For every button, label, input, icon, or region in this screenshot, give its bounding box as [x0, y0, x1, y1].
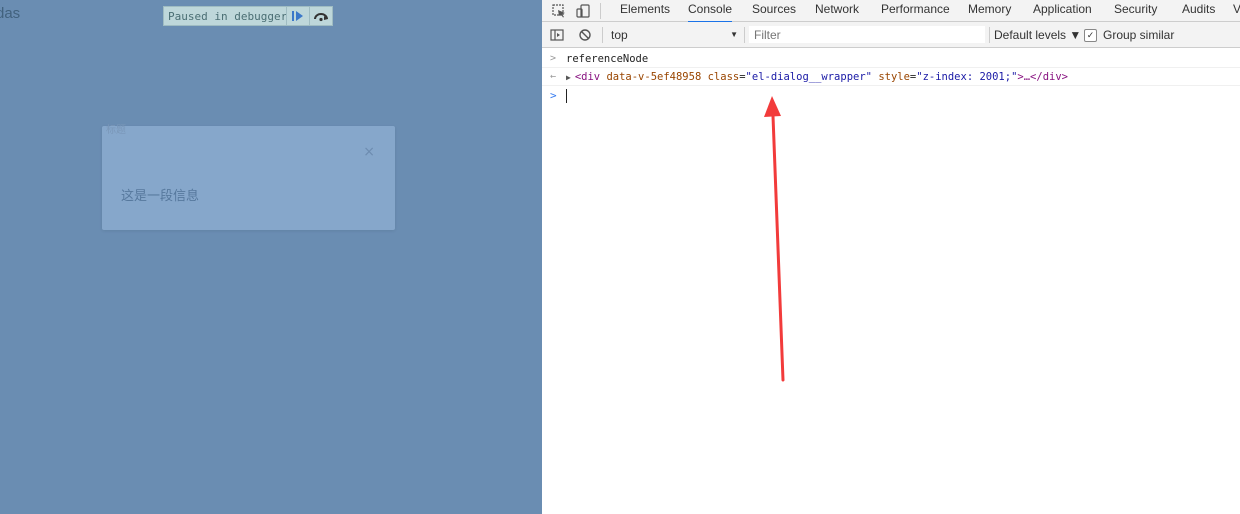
step-over-icon — [314, 13, 328, 22]
paused-in-debugger-bar: Paused in debugger — [163, 6, 333, 26]
annotation-arrow — [764, 96, 785, 382]
dialog-title-fragment: 标题 — [106, 125, 126, 136]
resume-button[interactable] — [286, 7, 309, 25]
step-over-button[interactable] — [309, 7, 332, 25]
dialog-under-overlay: 标题 × 这是一段信息 — [102, 125, 395, 230]
resume-icon — [292, 11, 303, 21]
page-viewport: das Paused in debugger 标题 × 这是一段信息 — [0, 0, 542, 514]
paused-label: Paused in debugger — [168, 9, 288, 23]
dialog-message: 这是一段信息 — [121, 189, 200, 204]
page-heading-fragment: das — [0, 5, 21, 22]
devtools-panel: Elements Console Sources Network Perform… — [542, 0, 1240, 514]
dialog-close-icon: × — [363, 144, 375, 160]
